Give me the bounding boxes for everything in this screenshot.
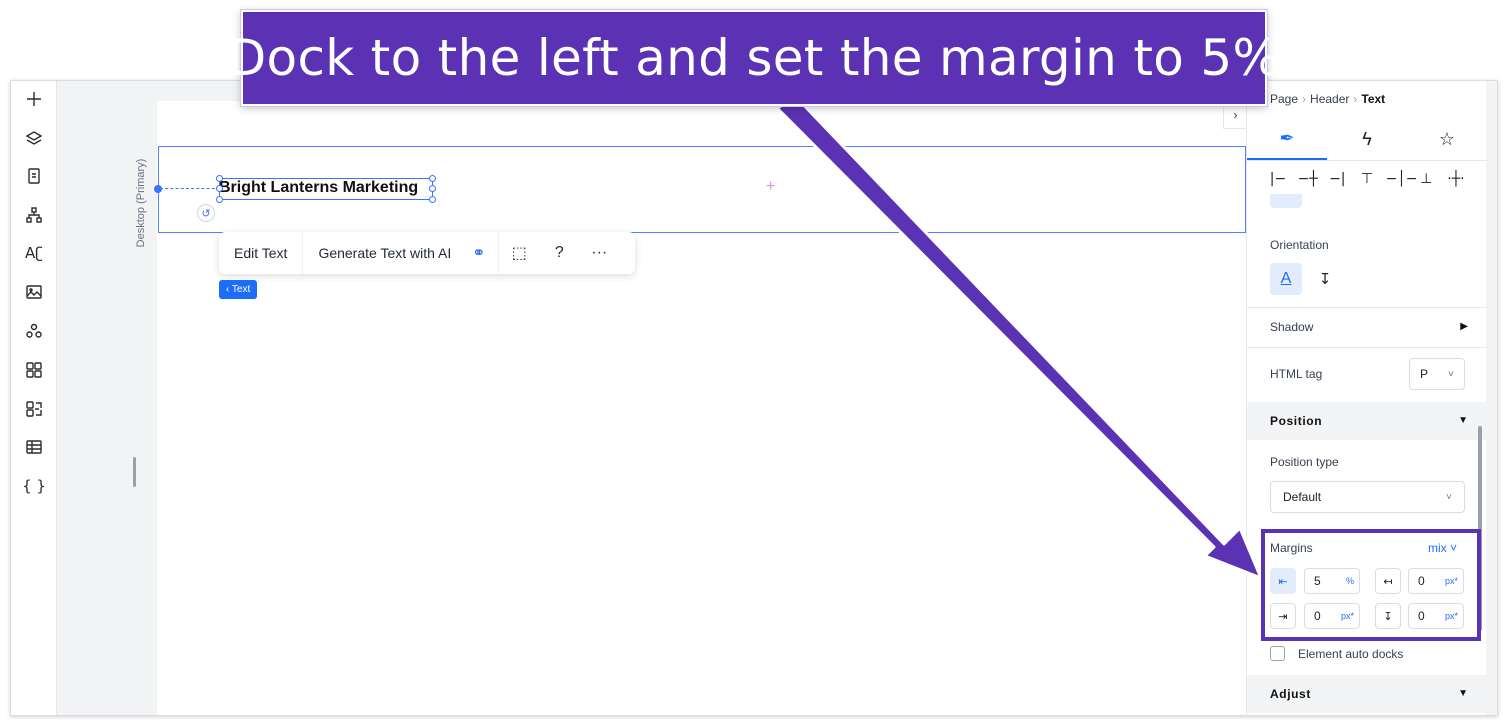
dock-guide-line (160, 188, 220, 189)
instruction-banner: Dock to the left and set the margin to 5… (228, 10, 1280, 106)
help-icon[interactable]: ? (539, 232, 579, 274)
align-right-icon[interactable]: −| (1326, 171, 1348, 187)
code-glyph: { } (22, 477, 46, 495)
dock-anchor-handle[interactable] (154, 185, 162, 193)
distribute-icon[interactable]: ·┼· (1445, 171, 1467, 187)
align-top-icon[interactable]: ⊤ (1356, 171, 1378, 187)
chevron-down-icon: ˅ (1446, 491, 1452, 503)
shadow-label[interactable]: Shadow (1270, 320, 1313, 334)
add-elements-icon[interactable] (20, 85, 48, 113)
theme-fonts-glyph: Aʗ (25, 244, 43, 262)
position-section-header[interactable]: Position (1247, 402, 1487, 440)
comment-icon[interactable]: ⬚ (499, 232, 539, 274)
tab-design[interactable]: ✒ (1247, 119, 1327, 160)
html-tag-value: P (1420, 367, 1429, 381)
tab-interactions[interactable]: ϟ (1327, 119, 1407, 160)
alignment-toolbar: |− −┼ −| ⊤ −│− ⊥ ·┼· (1267, 171, 1467, 187)
orientation-horizontal-glyph: A (1280, 270, 1292, 287)
adjust-collapse-icon[interactable]: ▼ (1458, 688, 1468, 699)
code-icon[interactable]: { } (20, 472, 48, 500)
floating-action-bar: Edit Text Generate Text with AI ⚭ ⬚ ? ··… (219, 232, 635, 274)
orientation-vertical-glyph: ↧ (1318, 271, 1332, 288)
lightning-icon: ϟ (1362, 129, 1372, 149)
help-glyph: ? (554, 244, 564, 261)
resize-handle-left[interactable] (216, 185, 223, 192)
left-toolbar: Aʗ { } (11, 81, 57, 715)
selected-option-indicator (1270, 194, 1302, 208)
comment-glyph: ⬚ (511, 245, 527, 262)
apps-cluster-icon[interactable] (20, 317, 48, 345)
instruction-text: Dock to the left and set the margin to 5… (227, 29, 1281, 87)
breadcrumb-separator: › (1302, 92, 1307, 106)
cms-table-icon[interactable] (20, 433, 48, 461)
site-structure-icon[interactable] (20, 201, 48, 229)
breadcrumb-page[interactable]: Page (1270, 92, 1298, 106)
collapse-glyph: › (1233, 108, 1238, 122)
breadcrumb-header[interactable]: Header (1310, 92, 1349, 106)
edit-text-button[interactable]: Edit Text (219, 232, 304, 274)
add-section-plus-icon[interactable]: + (766, 178, 775, 196)
app-market-icon[interactable] (20, 356, 48, 384)
tab-tips[interactable]: ☆ (1407, 119, 1487, 160)
brush-icon: ✒ (1279, 128, 1295, 148)
chevron-down-icon: ˅ (1448, 368, 1454, 380)
screenshot-root: Aʗ { } › Desktop (Primary) Bright Lanter… (0, 0, 1508, 726)
resize-handle-top-left[interactable] (216, 175, 223, 182)
selected-text-element[interactable]: Bright Lanterns Marketing (219, 179, 418, 197)
orientation-horizontal-button[interactable]: A (1270, 263, 1302, 295)
rotate-icon[interactable]: ↺ (197, 204, 215, 222)
more-glyph: ··· (591, 244, 608, 261)
pages-icon[interactable] (20, 162, 48, 190)
position-collapse-icon[interactable]: ▼ (1458, 415, 1468, 426)
breakpoint-label[interactable]: Desktop (Primary) (133, 145, 147, 265)
resize-handle-bottom-right[interactable] (429, 196, 436, 203)
breadcrumb: Page › Header › Text (1270, 92, 1385, 106)
breakpoint-label-text: Desktop (Primary) (135, 158, 147, 248)
adjust-section-header[interactable]: Adjust (1247, 675, 1487, 713)
divider (1247, 307, 1487, 308)
link-glyph: ⚭ (472, 245, 486, 262)
inspector-tabs: ✒ ϟ ☆ (1247, 119, 1487, 161)
orientation-label: Orientation (1270, 238, 1329, 252)
position-section-label: Position (1270, 414, 1323, 428)
rotate-glyph: ↺ (201, 207, 211, 220)
element-type-chip[interactable]: ‹ Text (219, 280, 258, 299)
theme-fonts-icon[interactable]: Aʗ (20, 239, 48, 267)
align-center-horizontal-icon[interactable]: −┼ (1297, 171, 1319, 187)
auto-docks-checkbox[interactable] (1270, 646, 1285, 661)
orientation-vertical-button[interactable]: ↧ (1309, 263, 1341, 295)
generate-text-ai-button[interactable]: Generate Text with AI (303, 232, 459, 274)
business-apps-icon[interactable] (20, 395, 48, 423)
position-type-select[interactable]: Default ˅ (1270, 481, 1465, 513)
position-type-label: Position type (1270, 455, 1339, 469)
margins-highlight-box (1261, 529, 1481, 641)
resize-handle-top-right[interactable] (429, 175, 436, 182)
adjust-section-label: Adjust (1270, 687, 1311, 701)
link-icon[interactable]: ⚭ (459, 232, 500, 274)
more-actions-icon[interactable]: ··· (579, 232, 619, 274)
position-type-value: Default (1283, 490, 1322, 504)
auto-docks-label: Element auto docks (1298, 647, 1404, 661)
resize-handle-right[interactable] (429, 185, 436, 192)
align-middle-icon[interactable]: −│− (1386, 171, 1418, 187)
html-tag-label: HTML tag (1270, 367, 1323, 381)
layers-icon[interactable] (20, 124, 48, 152)
media-icon[interactable] (20, 278, 48, 306)
resize-handle-bottom-left[interactable] (216, 196, 223, 203)
lightbulb-icon: ☆ (1438, 129, 1456, 149)
divider (1247, 347, 1487, 348)
plus-glyph: + (766, 178, 776, 195)
align-bottom-icon[interactable]: ⊥ (1415, 171, 1437, 187)
breadcrumb-current: Text (1361, 92, 1386, 106)
html-tag-select[interactable]: P ˅ (1409, 358, 1465, 390)
canvas-scroll-handle[interactable] (133, 457, 136, 487)
align-left-icon[interactable]: |− (1267, 171, 1289, 187)
breadcrumb-separator: › (1353, 92, 1358, 106)
shadow-expand-icon[interactable]: ▶ (1460, 321, 1468, 332)
